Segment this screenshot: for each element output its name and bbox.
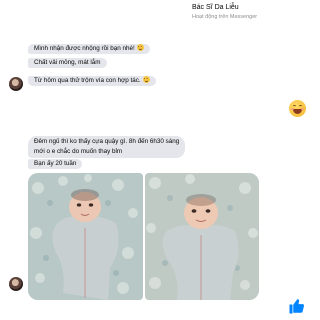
message-text: Bạn ấy 20 tuần [34,160,77,167]
baby-photo-left[interactable] [28,173,143,300]
baby-photo-right[interactable] [145,173,259,300]
smile-emoji-icon [136,44,144,51]
thumbs-up-icon[interactable] [288,297,306,315]
message-text: Từ hôm qua thử trộm vía con hợp tác. [34,77,141,84]
message-bubble[interactable]: Đêm ngủ thì ko thấy cựa quậy gì. 8h đến … [28,136,186,158]
grinning-emoji-icon[interactable] [289,100,306,117]
message-bubble[interactable]: Mình nhận được nhộng rồi bạn nhé! [28,44,150,54]
message-bubble[interactable]: Từ hôm qua thử trộm vía con hợp tác. [28,76,156,86]
message-text-line-2: mới o e chắc do muốn thay bỉm [34,148,123,155]
sender-avatar[interactable] [9,77,23,91]
message-bubble[interactable]: Bạn ấy 20 tuần [28,159,83,169]
contact-name[interactable]: Bác Sĩ Da Liễu [192,4,239,11]
message-text: Chất vải mỏng, mát lắm [34,59,101,66]
message-text-line-1: Đêm ngủ thì ko thấy cựa quậy gì. 8h đến … [34,138,180,145]
message-bubble[interactable]: Chất vải mỏng, mát lắm [28,58,107,68]
sender-avatar[interactable] [9,277,23,291]
message-text: Mình nhận được nhộng rồi bạn nhé! [34,45,135,52]
smile-emoji-icon [142,76,150,83]
contact-status: Hoạt động trên Messenger [192,14,258,20]
chat-window: Bác Sĩ Da Liễu Hoạt động trên Messenger … [0,0,320,320]
chat-header: Bác Sĩ Da Liễu Hoạt động trên Messenger [0,0,320,28]
